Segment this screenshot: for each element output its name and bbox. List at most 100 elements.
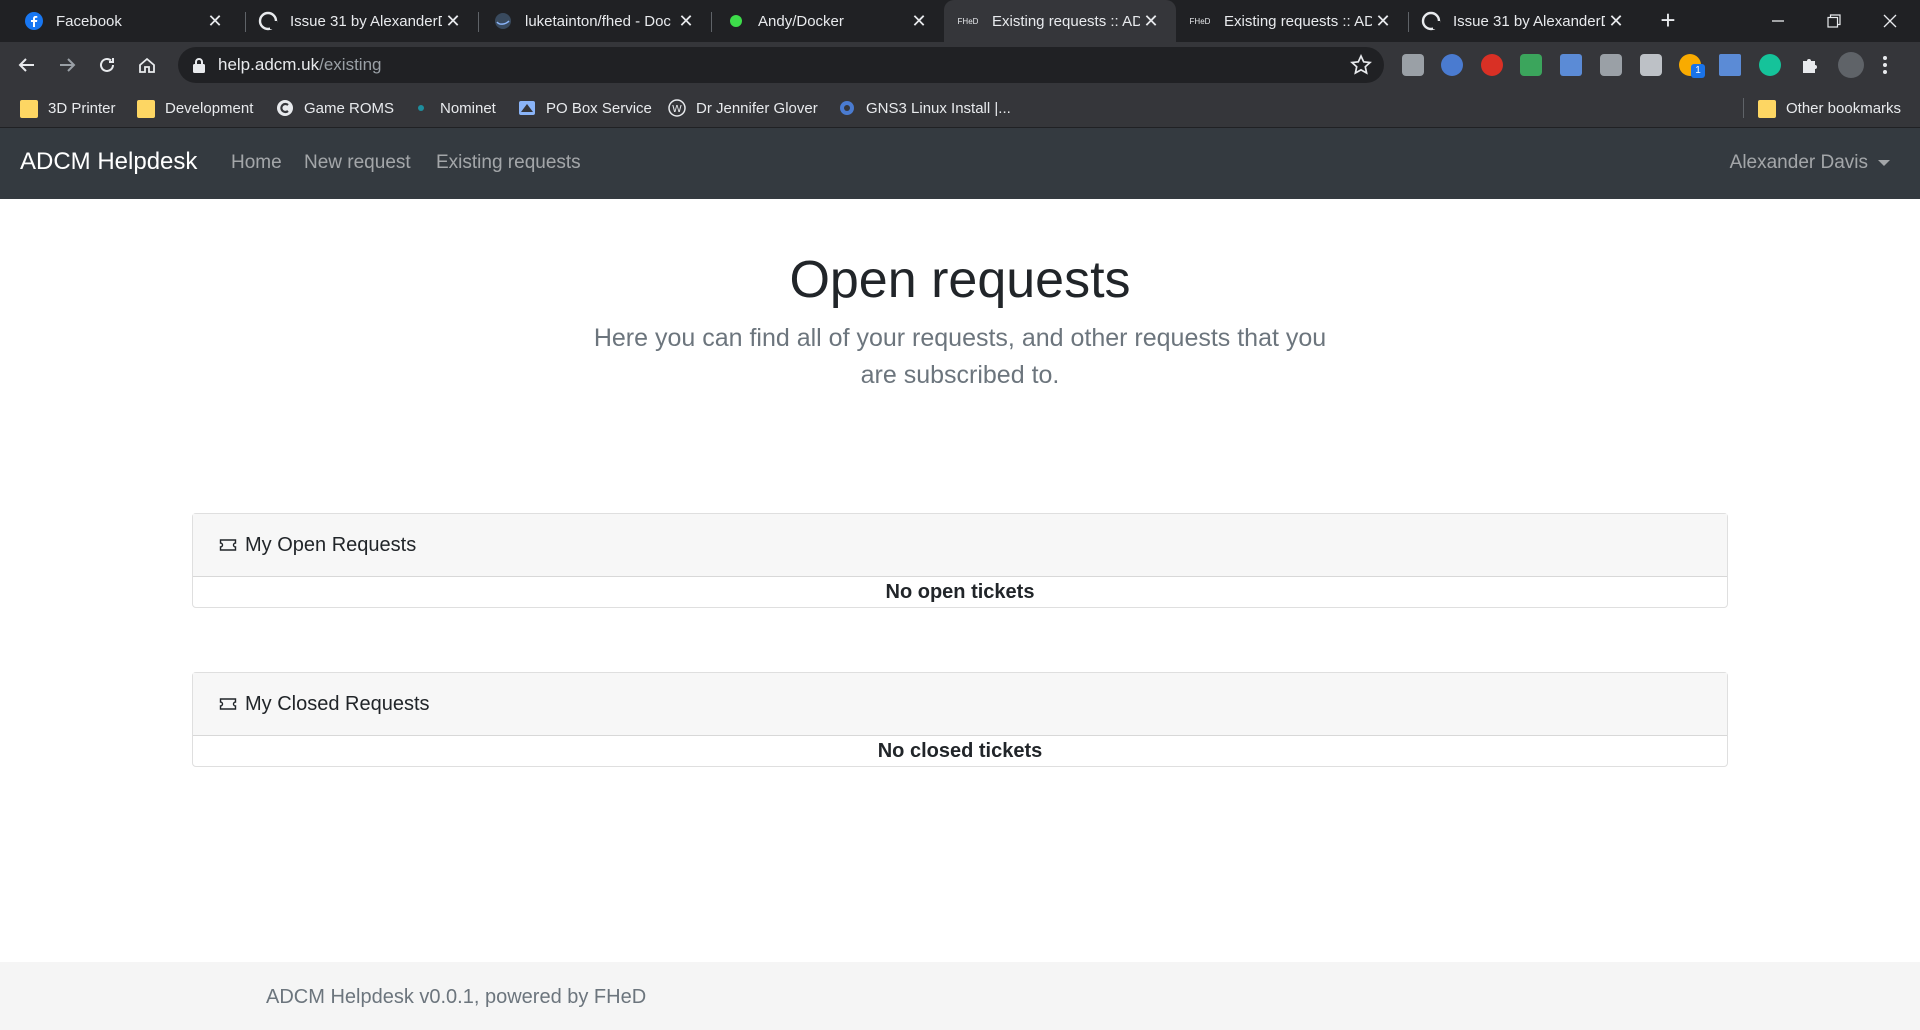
- minimize-icon: [1772, 20, 1784, 22]
- bookmark-label: Development: [165, 99, 254, 117]
- close-icon: [1883, 14, 1897, 28]
- svg-text:W: W: [672, 104, 682, 115]
- bookmark-label: 3D Printer: [48, 99, 116, 117]
- site-icon: [277, 100, 293, 116]
- browser-tab-docker-hub[interactable]: luketainton/fhed - Doc ✕: [479, 0, 711, 42]
- bookmark-development[interactable]: Development: [137, 88, 253, 128]
- user-name: Alexander Davis: [1729, 152, 1868, 173]
- browser-tab-andy-docker[interactable]: Andy/Docker ✕: [712, 0, 944, 42]
- close-icon[interactable]: ✕: [1372, 10, 1394, 32]
- url-path: /existing: [319, 55, 382, 74]
- close-icon[interactable]: ✕: [675, 10, 697, 32]
- url-host: help.adcm.uk: [218, 55, 320, 74]
- browser-tab-existing-requests-active[interactable]: FHeD Existing requests :: ADC ✕: [944, 0, 1176, 42]
- empty-state-message: No open tickets: [885, 580, 1035, 603]
- github-icon: [258, 11, 278, 31]
- bookmark-po-box-service[interactable]: PO Box Service: [518, 88, 652, 128]
- close-icon[interactable]: ✕: [1605, 10, 1627, 32]
- browser-toolbar: help.adcm.uk/existing 1: [0, 42, 1920, 88]
- empty-state-message: No closed tickets: [877, 739, 1043, 762]
- close-icon[interactable]: ✕: [442, 10, 464, 32]
- footer-text: ADCM Helpdesk v0.0.1, powered by FHeD: [266, 986, 647, 1008]
- minimize-button[interactable]: [1750, 0, 1806, 42]
- card-title: My Closed Requests: [245, 692, 430, 715]
- bookmark-label: Other bookmarks: [1786, 99, 1902, 117]
- home-icon: [139, 57, 155, 73]
- restore-button[interactable]: [1806, 0, 1862, 42]
- close-icon[interactable]: ✕: [204, 10, 226, 32]
- grammarly-icon[interactable]: [1759, 54, 1781, 76]
- browser-tab-title: Facebook: [56, 12, 122, 30]
- folder-icon: [1758, 100, 1776, 118]
- bookmark-label: Dr Jennifer Glover: [696, 99, 818, 117]
- page-lead: Here you can find all of your requests, …: [593, 324, 1327, 389]
- reader-extension-icon[interactable]: [1600, 54, 1622, 76]
- bookmark-dr-jennifer-glover[interactable]: W Dr Jennifer Glover: [668, 88, 818, 128]
- wordpress-icon: W: [668, 99, 686, 117]
- docker-icon: [493, 11, 513, 31]
- browser-tab-title: Issue 31 by AlexanderD: [290, 12, 442, 30]
- site-icon: [418, 105, 424, 111]
- browser-tab-title: Existing requests :: ADC: [992, 12, 1140, 30]
- chart-extension-icon[interactable]: [1719, 54, 1741, 76]
- arrow-right-icon: [60, 58, 76, 72]
- site-icon: [840, 101, 854, 115]
- closed-requests-card: My Closed Requests No closed tickets: [192, 672, 1728, 767]
- browser-tab-facebook[interactable]: Facebook ✕: [0, 0, 240, 42]
- back-button[interactable]: [12, 50, 42, 80]
- extensions-puzzle-icon[interactable]: [1799, 54, 1821, 76]
- bookmark-gns3-linux-install[interactable]: GNS3 Linux Install |...: [838, 88, 1011, 128]
- bookmark-nominet[interactable]: Nominet: [412, 88, 496, 128]
- address-url: help.adcm.uk/existing: [218, 55, 382, 75]
- browser-tab-title: Andy/Docker: [758, 12, 844, 30]
- nav-link-new-request[interactable]: New request: [304, 152, 411, 174]
- ticket-icon: [219, 698, 237, 710]
- bookmark-label: Nominet: [440, 99, 496, 117]
- restore-icon: [1827, 14, 1841, 28]
- bookmark-label: GNS3 Linux Install |...: [866, 99, 1011, 117]
- kebab-menu-icon[interactable]: [1880, 54, 1890, 76]
- card-title: My Open Requests: [245, 533, 417, 556]
- browser-tab-github-issue[interactable]: Issue 31 by AlexanderD ✕: [246, 0, 478, 42]
- star-icon[interactable]: [1350, 54, 1372, 76]
- profile-avatar[interactable]: [1838, 52, 1864, 78]
- user-menu-dropdown[interactable]: Alexander Davis: [1730, 152, 1890, 174]
- facebook-icon: [24, 11, 44, 31]
- nav-link-existing-requests[interactable]: Existing requests: [436, 152, 581, 174]
- adblock-extension-icon[interactable]: [1481, 54, 1503, 76]
- forward-button[interactable]: [52, 50, 82, 80]
- reload-icon: [100, 57, 114, 72]
- new-tab-button[interactable]: +: [1654, 7, 1682, 35]
- close-icon[interactable]: ✕: [908, 10, 930, 32]
- home-button[interactable]: [132, 50, 162, 80]
- fhed-icon: FHeD: [1189, 16, 1211, 26]
- open-requests-card: My Open Requests No open tickets: [192, 513, 1728, 608]
- arrow-left-icon: [18, 58, 34, 72]
- caret-down-icon: [1878, 160, 1890, 166]
- close-window-button[interactable]: [1862, 0, 1918, 42]
- bookmark-divider: [1743, 98, 1744, 118]
- bookmarks-bar: 3D Printer Development Game ROMS Nominet…: [0, 88, 1920, 128]
- puzzle-extension-icon[interactable]: [1560, 54, 1582, 76]
- bookmark-game-roms[interactable]: Game ROMS: [276, 88, 394, 128]
- close-icon[interactable]: ✕: [1140, 10, 1162, 32]
- notification-extension-icon[interactable]: 1: [1679, 54, 1705, 78]
- card-header: My Open Requests: [193, 514, 1727, 577]
- address-bar[interactable]: help.adcm.uk/existing: [178, 47, 1384, 83]
- site-icon: [519, 101, 535, 115]
- bookmark-other-bookmarks[interactable]: Other bookmarks: [1758, 88, 1901, 128]
- green-dot-icon: [726, 11, 746, 31]
- site-navbar: ADCM Helpdesk Home New request Existing …: [0, 128, 1920, 199]
- bookmark-3d-printer[interactable]: 3D Printer: [20, 88, 116, 128]
- nav-link-home[interactable]: Home: [231, 152, 282, 174]
- browser-tab-github-issue-2[interactable]: Issue 31 by AlexanderD ✕: [1409, 0, 1641, 42]
- camera-extension-icon[interactable]: [1402, 54, 1424, 76]
- page-extension-icon[interactable]: [1640, 54, 1662, 76]
- folder-icon: [20, 100, 38, 118]
- site-brand[interactable]: ADCM Helpdesk: [20, 148, 197, 176]
- reload-button[interactable]: [92, 50, 122, 80]
- browser-tab-existing-requests[interactable]: FHeD Existing requests :: ADC ✕: [1176, 0, 1408, 42]
- printer-extension-icon[interactable]: [1520, 54, 1542, 76]
- site-footer: ADCM Helpdesk v0.0.1, powered by FHeD: [0, 962, 1920, 1030]
- sync-extension-icon[interactable]: [1441, 54, 1463, 76]
